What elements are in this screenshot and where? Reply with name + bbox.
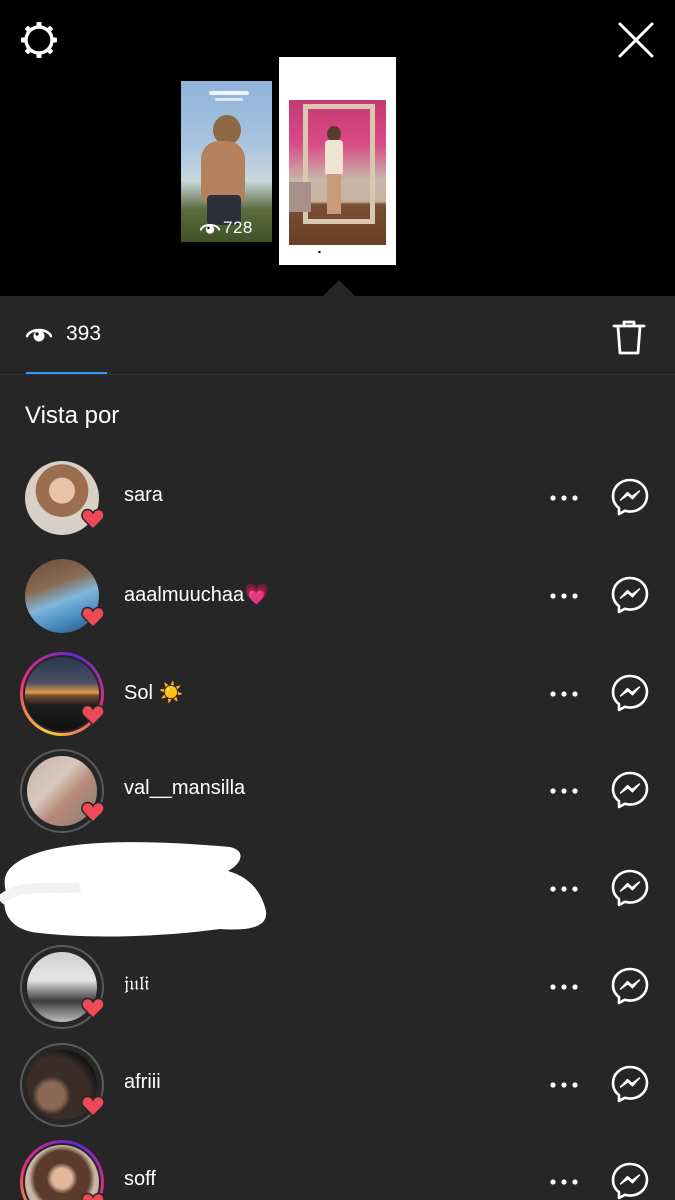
heart-icon [81, 508, 105, 530]
username[interactable]: 𝔧𝔲𝔩𝔦 [124, 973, 149, 996]
story-photo [189, 115, 247, 225]
messenger-icon[interactable] [610, 1064, 650, 1104]
messenger-icon[interactable] [610, 966, 650, 1006]
heart-icon [81, 1192, 105, 1200]
eye-icon [26, 325, 52, 343]
list-item[interactable]: sara [0, 456, 675, 554]
list-item[interactable] [0, 842, 675, 945]
username[interactable]: val__mansilla [124, 777, 245, 800]
active-tab-indicator [26, 372, 107, 374]
story-thumbnail-selected[interactable] [279, 57, 396, 265]
heart-icon [81, 997, 105, 1019]
username[interactable]: aaalmuuchaa💗 [124, 582, 269, 607]
list-item[interactable]: Sol ☀️ [0, 652, 675, 750]
list-item[interactable]: soff [0, 1140, 675, 1200]
close-icon[interactable] [614, 18, 658, 62]
views-tab[interactable]: 393 [26, 322, 101, 346]
list-item[interactable]: afriii [0, 1043, 675, 1141]
avatar[interactable] [20, 1140, 104, 1200]
username[interactable]: sara [124, 484, 163, 507]
story-photo [289, 100, 386, 245]
username[interactable]: Sol ☀️ [124, 680, 183, 705]
story-view-count: 393 [311, 242, 364, 262]
messenger-icon[interactable] [610, 1161, 650, 1200]
heart-icon [81, 606, 105, 628]
viewers-title: Vista por [25, 402, 120, 429]
more-options-icon[interactable] [548, 584, 580, 608]
selection-caret [322, 280, 356, 297]
eye-icon [311, 245, 331, 259]
more-options-icon[interactable] [548, 486, 580, 510]
messenger-icon[interactable] [610, 477, 650, 517]
messenger-icon[interactable] [610, 575, 650, 615]
more-options-icon[interactable] [548, 975, 580, 999]
more-options-icon[interactable] [548, 1073, 580, 1097]
heart-icon [81, 704, 105, 726]
messenger-icon[interactable] [610, 770, 650, 810]
trash-icon[interactable] [612, 319, 646, 355]
gear-icon[interactable] [19, 20, 59, 60]
username[interactable]: soff [124, 1168, 156, 1191]
heart-icon [81, 1095, 105, 1117]
list-item[interactable]: aaalmuuchaa💗 [0, 554, 675, 652]
story-preview-area: 728 393 [0, 0, 675, 297]
views-count: 393 [66, 322, 102, 345]
heart-icon [81, 801, 105, 823]
more-options-icon[interactable] [548, 1170, 580, 1194]
more-options-icon[interactable] [548, 682, 580, 706]
redacted-overlay [0, 842, 267, 937]
messenger-icon[interactable] [610, 673, 650, 713]
list-item[interactable]: 𝔧𝔲𝔩𝔦 [0, 945, 675, 1043]
messenger-icon[interactable] [610, 868, 650, 908]
stats-bar: 393 [0, 296, 675, 375]
more-options-icon[interactable] [548, 779, 580, 803]
list-item[interactable]: val__mansilla [0, 749, 675, 847]
more-options-icon[interactable] [548, 877, 580, 901]
story-view-count: 728 [200, 218, 253, 238]
eye-icon [200, 221, 220, 235]
username[interactable]: afriii [124, 1071, 161, 1094]
